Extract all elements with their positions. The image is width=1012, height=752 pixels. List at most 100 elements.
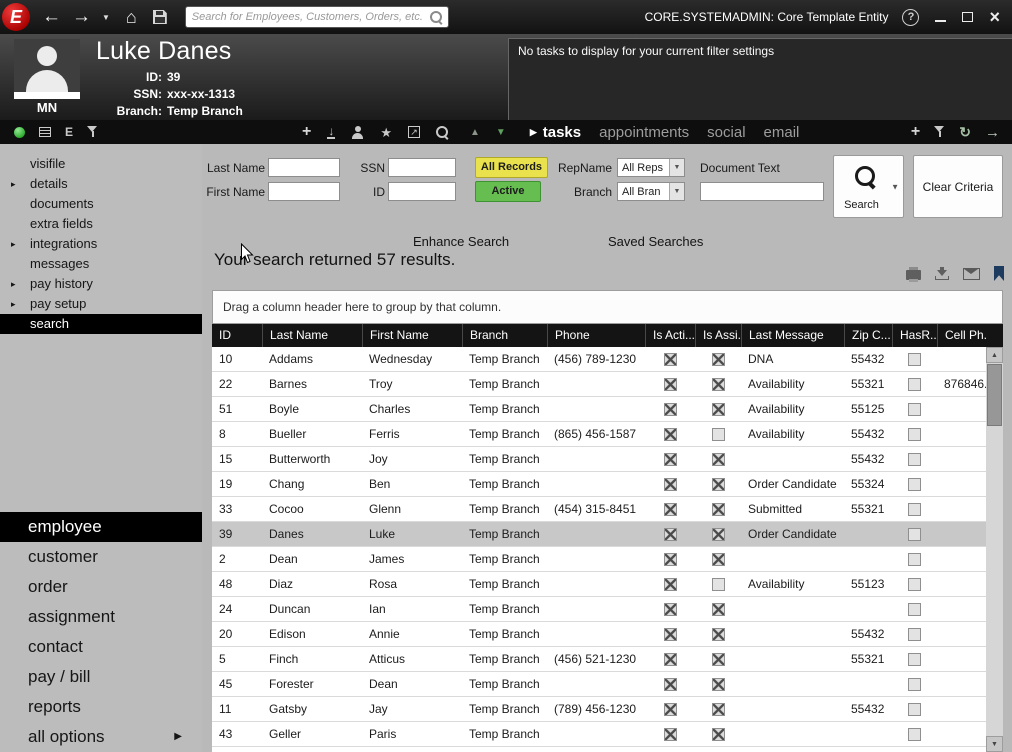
save-icon[interactable] bbox=[152, 10, 167, 24]
sidebar-section-item[interactable]: assignment ▶ bbox=[0, 602, 202, 632]
is-assigned-checkbox[interactable] bbox=[711, 652, 725, 666]
column-header[interactable]: Last Message bbox=[741, 324, 844, 347]
is-active-checkbox[interactable] bbox=[663, 402, 677, 416]
card-icon[interactable] bbox=[39, 127, 51, 137]
is-assigned-checkbox[interactable] bbox=[711, 727, 725, 741]
is-assigned-checkbox[interactable] bbox=[711, 552, 725, 566]
is-assigned-checkbox[interactable] bbox=[711, 402, 725, 416]
toolbar-tab[interactable]: ▶ social bbox=[707, 124, 745, 141]
download-icon[interactable] bbox=[935, 267, 949, 280]
is-active-checkbox[interactable] bbox=[663, 727, 677, 741]
chevron-down-icon[interactable]: ▼ bbox=[669, 159, 684, 176]
column-header[interactable]: Phone bbox=[547, 324, 645, 347]
table-row[interactable]: 20 Edison Annie Temp Branch 55432 bbox=[212, 622, 986, 647]
is-active-checkbox[interactable] bbox=[663, 352, 677, 366]
sidebar-nav-item[interactable]: ▸ messages bbox=[0, 254, 202, 274]
add-icon[interactable]: + bbox=[302, 124, 311, 140]
has-resume-checkbox[interactable] bbox=[908, 727, 921, 741]
table-row[interactable]: 15 Butterworth Joy Temp Branch 55432 bbox=[212, 447, 986, 472]
is-active-checkbox[interactable] bbox=[663, 427, 677, 441]
is-assigned-checkbox[interactable] bbox=[711, 427, 725, 441]
table-row[interactable]: 5 Finch Atticus Temp Branch (456) 521-12… bbox=[212, 647, 986, 672]
email-icon[interactable] bbox=[963, 267, 980, 280]
close-icon[interactable]: × bbox=[989, 8, 1000, 26]
toolbar-tab[interactable]: ▶ tasks bbox=[530, 124, 581, 141]
star-icon[interactable]: ★ bbox=[380, 126, 392, 139]
add-task-icon[interactable]: + bbox=[911, 124, 920, 140]
search-icon[interactable] bbox=[436, 125, 449, 139]
table-row[interactable]: 2 Dean James Temp Branch bbox=[212, 547, 986, 572]
column-header[interactable]: ID bbox=[212, 324, 262, 347]
has-resume-checkbox[interactable] bbox=[908, 627, 921, 641]
has-resume-checkbox[interactable] bbox=[908, 452, 921, 466]
is-active-checkbox[interactable] bbox=[663, 702, 677, 716]
table-row[interactable]: 39 Danes Luke Temp Branch Order Candidat… bbox=[212, 522, 986, 547]
has-resume-checkbox[interactable] bbox=[908, 377, 921, 391]
filter-tasks-icon[interactable] bbox=[934, 126, 945, 138]
is-assigned-checkbox[interactable] bbox=[711, 352, 725, 366]
toolbar-tab[interactable]: ▶ appointments bbox=[599, 124, 689, 141]
is-active-checkbox[interactable] bbox=[663, 452, 677, 466]
is-assigned-checkbox[interactable] bbox=[711, 527, 725, 541]
all-records-toggle[interactable]: All Records bbox=[475, 157, 548, 178]
chevron-down-icon[interactable]: ▼ bbox=[891, 182, 899, 191]
table-row[interactable]: 19 Chang Ben Temp Branch Order Candidate… bbox=[212, 472, 986, 497]
person-icon[interactable] bbox=[351, 125, 364, 139]
active-toggle[interactable]: Active bbox=[475, 181, 541, 202]
is-active-checkbox[interactable] bbox=[663, 527, 677, 541]
table-row[interactable]: 22 Barnes Troy Temp Branch Availability … bbox=[212, 372, 986, 397]
print-icon[interactable] bbox=[906, 267, 921, 282]
has-resume-checkbox[interactable] bbox=[908, 477, 921, 491]
export-icon[interactable]: ↗ bbox=[408, 126, 420, 138]
is-active-checkbox[interactable] bbox=[663, 677, 677, 691]
has-resume-checkbox[interactable] bbox=[908, 577, 921, 591]
has-resume-checkbox[interactable] bbox=[908, 427, 921, 441]
sidebar-nav-item[interactable]: ▸ details bbox=[0, 174, 202, 194]
sidebar-nav-item[interactable]: ▸ pay history bbox=[0, 274, 202, 294]
is-active-checkbox[interactable] bbox=[663, 477, 677, 491]
global-search-input[interactable] bbox=[185, 11, 430, 23]
is-assigned-checkbox[interactable] bbox=[711, 602, 725, 616]
table-row[interactable]: 24 Duncan Ian Temp Branch bbox=[212, 597, 986, 622]
is-assigned-checkbox[interactable] bbox=[711, 702, 725, 716]
scroll-down-icon[interactable]: ▼ bbox=[986, 736, 1003, 752]
clear-criteria-button[interactable]: Clear Criteria bbox=[913, 155, 1003, 218]
last-name-input[interactable] bbox=[268, 158, 340, 177]
table-row[interactable]: 8 Bueller Ferris Temp Branch (865) 456-1… bbox=[212, 422, 986, 447]
sidebar-nav-item[interactable]: ▸ integrations bbox=[0, 234, 202, 254]
go-to-icon[interactable]: → bbox=[985, 125, 1000, 140]
is-assigned-checkbox[interactable] bbox=[711, 477, 725, 491]
saved-searches-link[interactable]: Saved Searches bbox=[608, 234, 703, 249]
is-assigned-checkbox[interactable] bbox=[711, 677, 725, 691]
import-icon[interactable]: ↓ bbox=[327, 125, 336, 139]
sidebar-nav-item[interactable]: ▸ extra fields bbox=[0, 214, 202, 234]
has-resume-checkbox[interactable] bbox=[908, 527, 921, 541]
toolbar-tab[interactable]: ▶ email bbox=[764, 124, 800, 141]
enhance-search-link[interactable]: Enhance Search bbox=[413, 234, 509, 249]
sidebar-section-item[interactable]: order ▶ bbox=[0, 572, 202, 602]
table-row[interactable]: 51 Boyle Charles Temp Branch Availabilit… bbox=[212, 397, 986, 422]
is-assigned-checkbox[interactable] bbox=[711, 627, 725, 641]
column-header[interactable]: First Name bbox=[362, 324, 462, 347]
has-resume-checkbox[interactable] bbox=[908, 352, 921, 366]
help-icon[interactable]: ? bbox=[902, 8, 920, 26]
first-name-input[interactable] bbox=[268, 182, 340, 201]
repname-select[interactable]: All Reps ▼ bbox=[617, 158, 685, 177]
sidebar-nav-item[interactable]: ▸ pay setup bbox=[0, 294, 202, 314]
sidebar-section-item[interactable]: employee ▶ bbox=[0, 512, 202, 542]
column-header[interactable]: Zip C... bbox=[844, 324, 892, 347]
home-icon[interactable]: ⌂ bbox=[126, 8, 137, 26]
column-header[interactable]: Last Name bbox=[262, 324, 362, 347]
table-row[interactable]: 48 Diaz Rosa Temp Branch Availability 55… bbox=[212, 572, 986, 597]
chevron-down-icon[interactable]: ▼ bbox=[669, 183, 684, 200]
is-active-checkbox[interactable] bbox=[663, 577, 677, 591]
is-active-checkbox[interactable] bbox=[663, 502, 677, 516]
back-icon[interactable]: ← bbox=[42, 7, 61, 27]
sidebar-section-item[interactable]: all options ▶ bbox=[0, 722, 202, 752]
table-row[interactable]: 43 Geller Paris Temp Branch bbox=[212, 722, 986, 747]
search-button[interactable]: Search ▼ bbox=[833, 155, 904, 218]
refresh-icon[interactable]: ↻ bbox=[959, 125, 971, 139]
is-assigned-checkbox[interactable] bbox=[711, 577, 725, 591]
previous-icon[interactable]: ▲ bbox=[470, 127, 480, 138]
sidebar-nav-item[interactable]: ▸ search bbox=[0, 314, 202, 334]
